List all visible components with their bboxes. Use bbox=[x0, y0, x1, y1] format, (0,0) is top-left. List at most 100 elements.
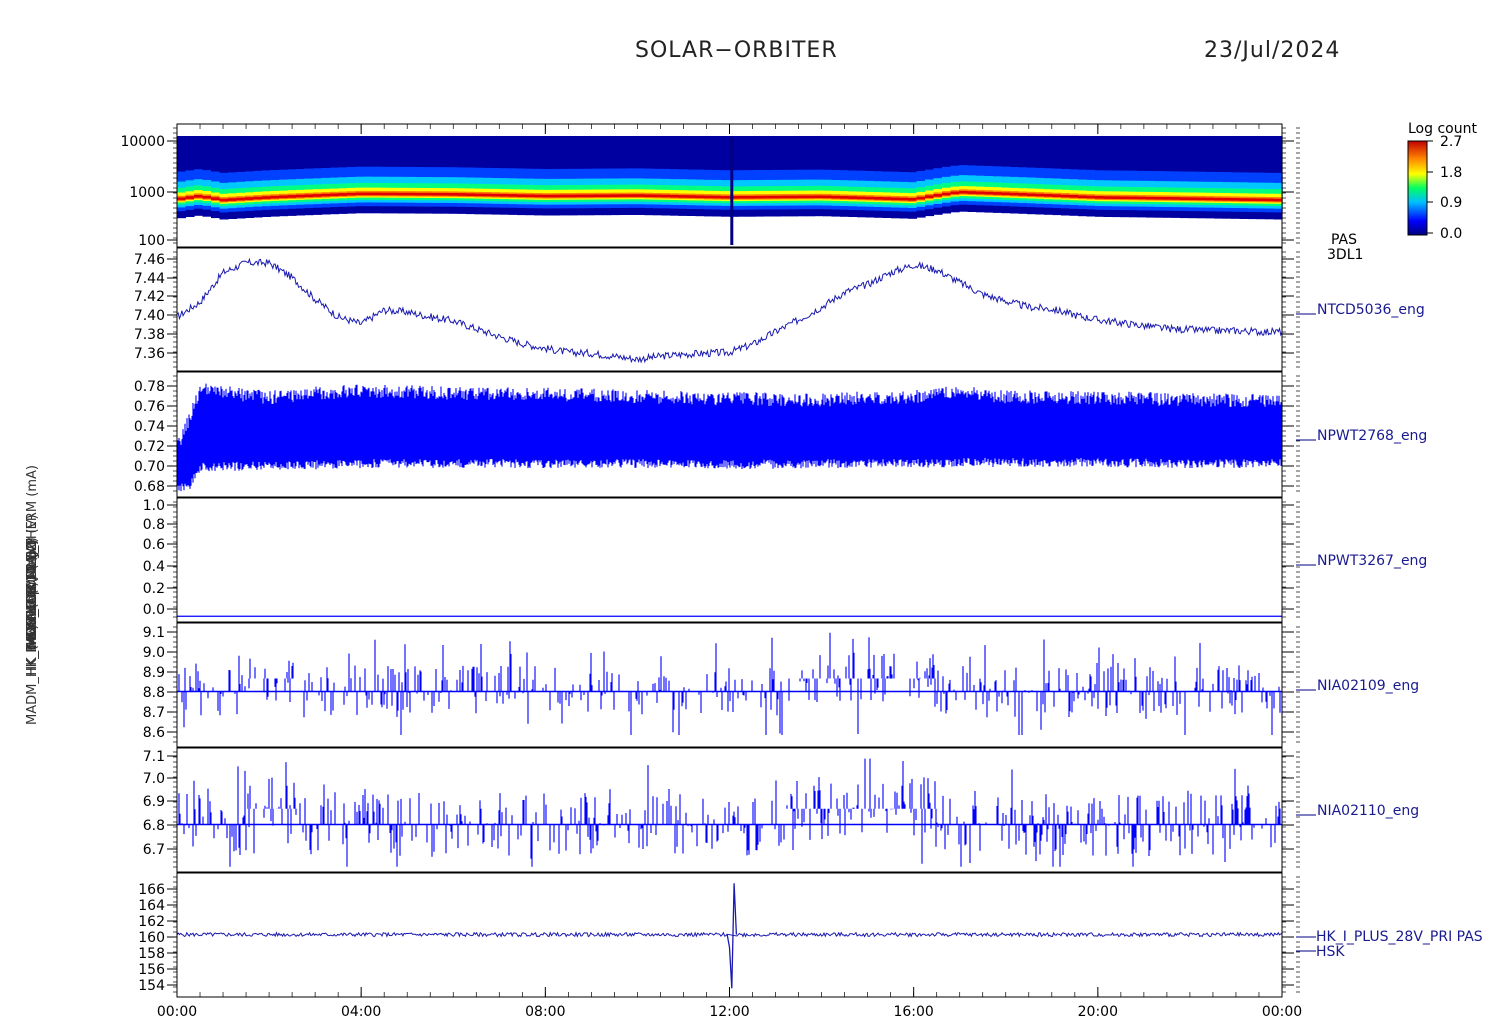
spectrogram-band-6 bbox=[1231, 198, 1241, 201]
spectrogram-band-6 bbox=[857, 196, 867, 200]
x-tick-label: 00:00 bbox=[1262, 1004, 1302, 1020]
spectrogram-band-6 bbox=[1103, 196, 1113, 199]
y-tick-label: 0.76 bbox=[134, 399, 165, 415]
spectrogram-band-6 bbox=[763, 195, 773, 199]
spectrogram-band-6 bbox=[347, 192, 357, 196]
spectrogram-band-6 bbox=[568, 194, 578, 198]
y-tick-label: 10000 bbox=[120, 134, 165, 150]
spectrogram-band-6 bbox=[967, 191, 977, 194]
spectrogram-band-6 bbox=[457, 193, 467, 196]
spectrogram-band-6 bbox=[1069, 195, 1079, 198]
spectrogram-band-6 bbox=[1120, 196, 1130, 200]
spectrogram-band-6 bbox=[1137, 196, 1147, 200]
y-tick-label: 0.8 bbox=[143, 517, 165, 533]
spectrogram-band-6 bbox=[1010, 192, 1020, 196]
spectrogram-band-6 bbox=[440, 192, 450, 196]
spectrogram-band-6 bbox=[219, 198, 229, 202]
spectrogram-band-6 bbox=[712, 195, 722, 199]
spectrogram-band-6 bbox=[806, 195, 816, 199]
y-tick-label: 160 bbox=[138, 930, 165, 946]
spectrogram-band-6 bbox=[355, 192, 365, 196]
y-tick-label: 0.68 bbox=[134, 479, 165, 495]
y-tick-label: 6.8 bbox=[143, 818, 165, 834]
y-tick-label: 0.74 bbox=[134, 419, 165, 435]
colorbar-tick-label: 0.0 bbox=[1440, 226, 1462, 242]
spectrogram-band-6 bbox=[823, 195, 833, 199]
spectrogram-band-6 bbox=[1129, 196, 1139, 200]
spectrogram-band-6 bbox=[1061, 194, 1071, 198]
spectrogram-band-6 bbox=[602, 194, 612, 198]
spectrogram-band-6 bbox=[262, 196, 272, 199]
spectrogram-band-6 bbox=[593, 194, 603, 198]
y-tick-label: 0.6 bbox=[143, 537, 165, 553]
y-tick-label: 9.0 bbox=[143, 645, 165, 661]
spectrogram-band-6 bbox=[270, 195, 280, 199]
spectrogram-band-6 bbox=[1239, 198, 1249, 201]
spectrogram-band-6 bbox=[704, 195, 714, 199]
spectrogram-band-6 bbox=[874, 197, 884, 200]
y-tick-label: 0.4 bbox=[143, 559, 165, 575]
x-tick-label: 08:00 bbox=[525, 1004, 565, 1020]
spectrogram-band-6 bbox=[483, 193, 493, 197]
colorbar bbox=[1407, 140, 1428, 236]
spectrogram-band-6 bbox=[619, 194, 629, 197]
y-tick-label: 0.2 bbox=[143, 581, 165, 597]
spectrogram-band-6 bbox=[1180, 197, 1190, 200]
spectrogram-band-6 bbox=[1018, 193, 1028, 196]
y-tick-label: 154 bbox=[138, 978, 165, 994]
spectrogram-band-6 bbox=[1001, 192, 1011, 196]
panel-label-2: NPWT2768_eng bbox=[1317, 428, 1427, 444]
spectrogram-band-6 bbox=[287, 195, 297, 198]
colorbar-tick-label: 0.9 bbox=[1440, 195, 1462, 211]
hk-current-series-line bbox=[176, 931, 1283, 938]
spectrogram-band-6 bbox=[236, 197, 246, 201]
y-tick-label: 7.42 bbox=[134, 289, 165, 305]
spectrogram-band-6 bbox=[661, 194, 671, 198]
spectrogram-band-6 bbox=[840, 196, 850, 199]
spectrogram-band-6 bbox=[678, 195, 688, 198]
spectrogram-band-6 bbox=[576, 194, 586, 198]
y-tick-label: 7.46 bbox=[134, 252, 165, 268]
spectrogram-band-6 bbox=[296, 194, 306, 198]
spectrogram-band-6 bbox=[559, 194, 569, 198]
spectrogram-band-6 bbox=[1248, 198, 1258, 201]
spectrogram-band-6 bbox=[1154, 196, 1164, 200]
y-tick-label: 8.6 bbox=[143, 725, 165, 741]
y-tick-label: 0.0 bbox=[143, 602, 165, 618]
spectrogram-band-6 bbox=[313, 194, 323, 197]
panel-label-3: NPWT3267_eng bbox=[1317, 553, 1427, 569]
spectrogram-band-6 bbox=[211, 197, 221, 200]
spectrogram-band-6 bbox=[1052, 194, 1062, 197]
y-tick-label: 8.7 bbox=[143, 705, 165, 721]
spectrogram-band-6 bbox=[772, 195, 782, 199]
spectrogram-band-6 bbox=[959, 190, 969, 194]
spectrogram-band-6 bbox=[789, 195, 799, 199]
x-tick-label: 16:00 bbox=[893, 1004, 933, 1020]
stack-plot: 10000 1000 100 7.46 7.44 7.42 7.40 7.38 7.36 0.78… bbox=[120, 121, 1482, 1020]
panel-label-pas: PAS bbox=[1331, 232, 1357, 248]
spectrogram-band-6 bbox=[908, 198, 918, 201]
spectrogram-band-6 bbox=[797, 195, 807, 199]
spectrogram-band-6 bbox=[721, 195, 731, 199]
spectrogram-band-6 bbox=[551, 194, 561, 198]
spectrogram-band-6 bbox=[738, 195, 748, 199]
spectrogram-band-6 bbox=[1163, 197, 1173, 200]
spectrogram-layer bbox=[177, 136, 1283, 245]
plot-stage: SOLAR−ORBITER 23/Jul/2024 (eV) Flux Temp… bbox=[0, 0, 1512, 1020]
spectrogram-band-6 bbox=[695, 195, 705, 199]
spectrogram-band-6 bbox=[1188, 197, 1198, 201]
y-tick-label: 0.70 bbox=[134, 459, 165, 475]
spectrogram-band-6 bbox=[423, 192, 433, 196]
y-tick-label: 6.7 bbox=[143, 842, 165, 858]
spectrogram-band-6 bbox=[891, 197, 901, 201]
x-tick-label: 00:00 bbox=[157, 1004, 197, 1020]
y-tick-label: 6.9 bbox=[143, 794, 165, 810]
spectrogram-band-6 bbox=[381, 192, 391, 196]
y-tick-label: 7.38 bbox=[134, 327, 165, 343]
spectrogram-band-6 bbox=[1112, 196, 1122, 199]
spectrogram-band-6 bbox=[406, 192, 416, 196]
panel-label-1: NTCD5036_eng bbox=[1317, 302, 1425, 318]
spectrogram-band-6 bbox=[253, 196, 263, 200]
spectrogram-band-6 bbox=[1146, 196, 1156, 200]
spectrogram-band-6 bbox=[304, 194, 314, 198]
